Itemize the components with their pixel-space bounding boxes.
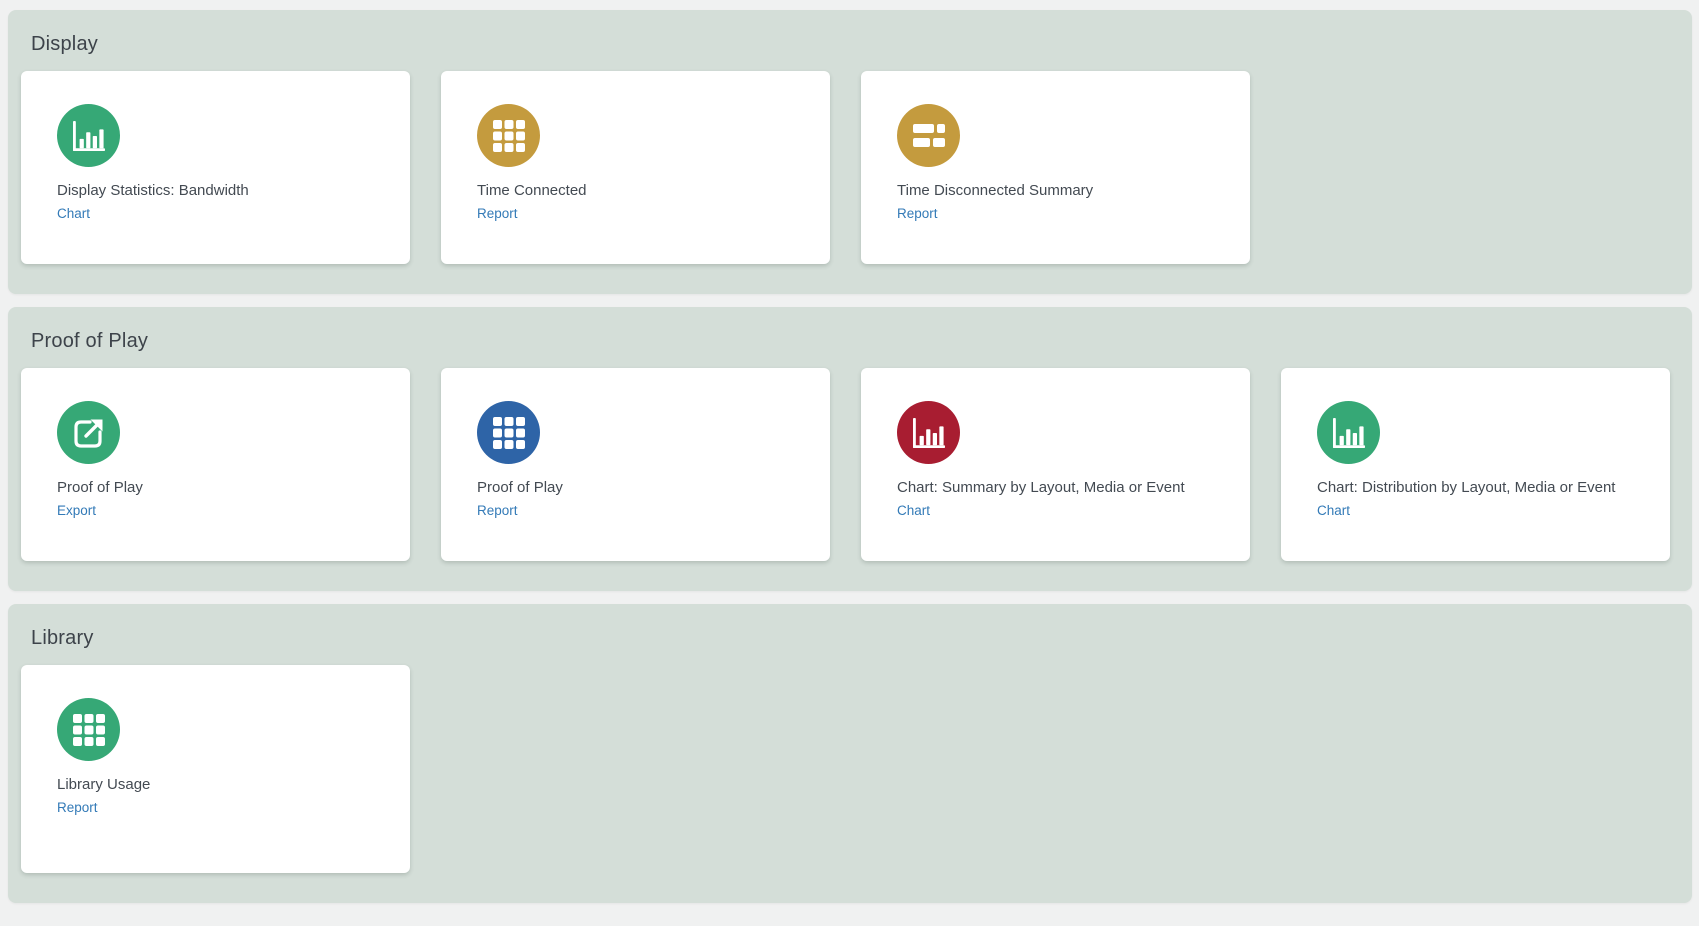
export-icon	[57, 401, 120, 464]
server-icon	[897, 104, 960, 167]
card-action-link[interactable]: Export	[57, 503, 96, 518]
report-card: Time Connected Report	[441, 71, 830, 264]
section-title: Library	[31, 627, 1680, 650]
card-title: Display Statistics: Bandwidth	[57, 182, 394, 199]
card-title: Library Usage	[57, 776, 394, 793]
section-title: Proof of Play	[31, 330, 1680, 353]
reports-page: Display Display Statistics: Bandwidth Ch…	[8, 10, 1692, 903]
grid-icon	[57, 698, 120, 761]
card-action-link[interactable]: Report	[57, 800, 98, 815]
report-card: Time Disconnected Summary Report	[861, 71, 1250, 264]
card-title: Proof of Play	[57, 479, 394, 496]
section-title: Display	[31, 33, 1680, 56]
card-action-link[interactable]: Report	[477, 503, 518, 518]
card-action-link[interactable]: Chart	[897, 503, 930, 518]
report-card: Chart: Summary by Layout, Media or Event…	[861, 368, 1250, 561]
card-title: Proof of Play	[477, 479, 814, 496]
bar-chart-icon	[1317, 401, 1380, 464]
report-section: Proof of Play Proof of Play Export Proof…	[8, 307, 1692, 591]
grid-icon	[477, 104, 540, 167]
card-action-link[interactable]: Report	[897, 206, 938, 221]
report-card: Proof of Play Report	[441, 368, 830, 561]
report-card: Chart: Distribution by Layout, Media or …	[1281, 368, 1670, 561]
report-card: Display Statistics: Bandwidth Chart	[21, 71, 410, 264]
report-section: Library Library Usage Report	[8, 604, 1692, 903]
card-title: Time Connected	[477, 182, 814, 199]
card-row: Display Statistics: Bandwidth Chart Time…	[21, 71, 1680, 264]
bar-chart-icon	[57, 104, 120, 167]
card-action-link[interactable]: Report	[477, 206, 518, 221]
card-title: Time Disconnected Summary	[897, 182, 1234, 199]
card-row: Proof of Play Export Proof of Play Repor…	[21, 368, 1680, 561]
report-card: Proof of Play Export	[21, 368, 410, 561]
card-title: Chart: Distribution by Layout, Media or …	[1317, 479, 1654, 496]
report-section: Display Display Statistics: Bandwidth Ch…	[8, 10, 1692, 294]
card-row: Library Usage Report	[21, 665, 1680, 873]
card-action-link[interactable]: Chart	[1317, 503, 1350, 518]
grid-icon	[477, 401, 540, 464]
card-action-link[interactable]: Chart	[57, 206, 90, 221]
card-title: Chart: Summary by Layout, Media or Event	[897, 479, 1234, 496]
report-card: Library Usage Report	[21, 665, 410, 873]
bar-chart-icon	[897, 401, 960, 464]
